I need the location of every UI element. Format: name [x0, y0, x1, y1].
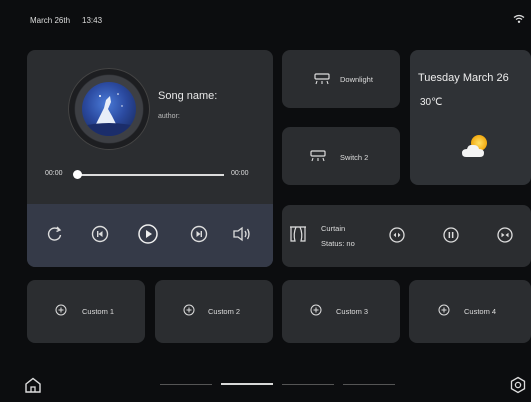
time-total: 00:00 [231, 170, 249, 177]
play-icon[interactable] [136, 222, 160, 246]
previous-icon[interactable] [89, 223, 111, 245]
partly-cloudy-icon [462, 135, 487, 157]
repeat-icon[interactable] [45, 224, 65, 244]
volume-icon[interactable] [231, 224, 253, 244]
curtain-close-icon[interactable] [496, 226, 514, 244]
page-indicator-2[interactable] [221, 383, 273, 385]
curtain-card: Curtain Status: no [282, 205, 531, 267]
page-indicator-4[interactable] [343, 384, 395, 385]
page-indicator-1[interactable] [160, 384, 212, 385]
add-icon [438, 304, 450, 316]
curtain-status: Status: no [321, 239, 355, 248]
album-art [82, 82, 136, 136]
wifi-icon [513, 14, 525, 23]
downlight-tile[interactable]: Downlight [282, 50, 400, 108]
song-name: Song name: [158, 90, 218, 102]
status-bar: March 26th 13:43 [0, 0, 531, 40]
music-controls [27, 204, 273, 267]
switch2-tile[interactable]: Switch 2 [282, 127, 400, 185]
vinyl-record [68, 68, 150, 150]
custom-4-button[interactable]: Custom 4 [409, 280, 531, 343]
weather-card: Tuesday March 26 30℃ [410, 50, 531, 185]
status-date: March 26th [30, 16, 71, 25]
settings-icon[interactable] [509, 376, 527, 394]
progress-handle[interactable] [73, 170, 82, 179]
progress-track[interactable] [74, 174, 224, 176]
add-icon [55, 304, 67, 316]
music-info: Song name: author: 00:00 00:00 [27, 50, 273, 204]
bottom-bar [0, 355, 531, 402]
downlight-icon [314, 73, 330, 85]
downlight-label: Downlight [340, 75, 373, 84]
curtain-open-icon[interactable] [388, 226, 406, 244]
custom-2-label: Custom 2 [208, 307, 241, 316]
curtain-icon [290, 226, 306, 242]
custom-2-button[interactable]: Custom 2 [155, 280, 273, 343]
weather-temperature: 30℃ [420, 97, 443, 108]
add-icon [310, 304, 322, 316]
song-author: author: [158, 113, 180, 120]
custom-3-label: Custom 3 [336, 307, 369, 316]
add-icon [183, 304, 195, 316]
custom-1-button[interactable]: Custom 1 [27, 280, 145, 343]
time-elapsed: 00:00 [45, 170, 63, 177]
page-indicator-3[interactable] [282, 384, 334, 385]
curtain-title: Curtain [321, 224, 346, 233]
home-icon[interactable] [24, 376, 42, 394]
custom-1-label: Custom 1 [82, 307, 115, 316]
weather-date: Tuesday March 26 [418, 72, 509, 84]
curtain-pause-icon[interactable] [442, 226, 460, 244]
next-icon[interactable] [188, 223, 210, 245]
switch-light-icon [310, 150, 326, 162]
custom-3-button[interactable]: Custom 3 [282, 280, 400, 343]
custom-4-label: Custom 4 [464, 307, 497, 316]
switch2-label: Switch 2 [340, 153, 369, 162]
music-player-card: Song name: author: 00:00 00:00 [27, 50, 273, 267]
status-time: 13:43 [82, 16, 103, 25]
